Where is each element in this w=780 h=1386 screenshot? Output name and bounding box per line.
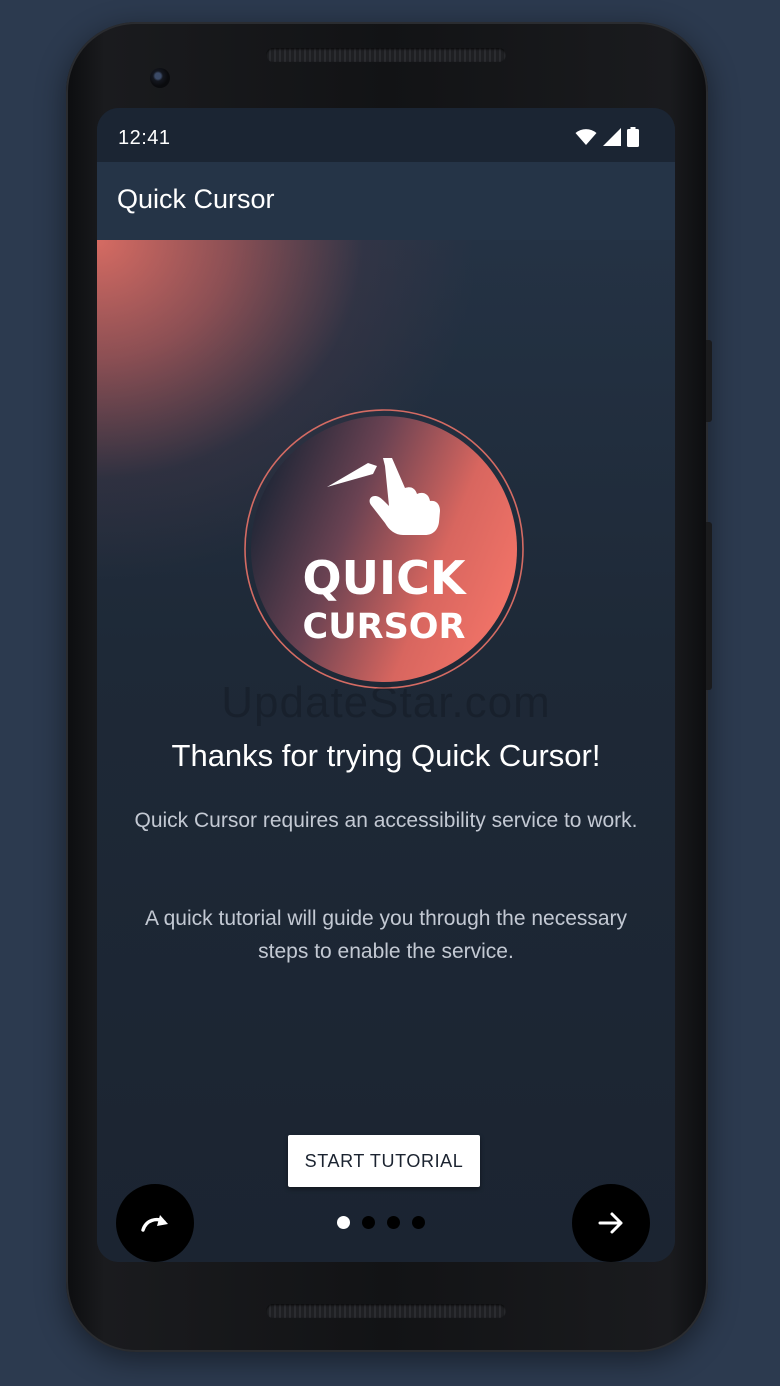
watermark: UpdateStar.com <box>221 678 551 727</box>
intro-paragraph-1: Quick Cursor requires an accessibility s… <box>134 809 638 832</box>
start-tutorial-button[interactable]: START TUTORIAL <box>288 1135 480 1187</box>
phone-screen: 12:41 Quick Cursor QUICK CURSOR UpdateSt… <box>97 108 675 1262</box>
redo-arrow-icon <box>141 1215 168 1232</box>
skip-button[interactable] <box>116 1184 194 1262</box>
power-button <box>706 340 712 422</box>
page-dot-4[interactable] <box>412 1216 425 1229</box>
volume-button <box>706 522 712 690</box>
onboarding-content: QUICK CURSOR UpdateStar.com Thanks for t… <box>97 240 675 1262</box>
status-icons <box>575 127 639 147</box>
top-speaker <box>266 48 506 62</box>
battery-icon <box>627 127 639 147</box>
bottom-speaker <box>266 1304 506 1318</box>
phone-frame: 12:41 Quick Cursor QUICK CURSOR UpdateSt… <box>66 22 708 1352</box>
app-bar: Quick Cursor <box>97 162 675 240</box>
front-camera <box>150 68 170 88</box>
page-dot-1[interactable] <box>337 1216 350 1229</box>
logo-text-quick: QUICK <box>303 551 468 605</box>
status-time: 12:41 <box>118 127 171 149</box>
intro-headline: Thanks for trying Quick Cursor! <box>171 738 601 773</box>
intro-paragraph-2: A quick tutorial will guide you through … <box>144 907 628 963</box>
logo-text-cursor: CURSOR <box>303 607 466 647</box>
arrow-right-icon <box>598 1212 623 1234</box>
signal-icon <box>603 128 621 146</box>
page-dot-3[interactable] <box>387 1216 400 1229</box>
status-bar: 12:41 <box>97 108 675 162</box>
quick-cursor-logo: QUICK CURSOR <box>244 409 524 689</box>
next-button[interactable] <box>572 1184 650 1262</box>
page-dot-2[interactable] <box>362 1216 375 1229</box>
page-indicator <box>337 1216 425 1229</box>
wifi-icon <box>575 129 597 145</box>
app-title: Quick Cursor <box>117 184 275 214</box>
